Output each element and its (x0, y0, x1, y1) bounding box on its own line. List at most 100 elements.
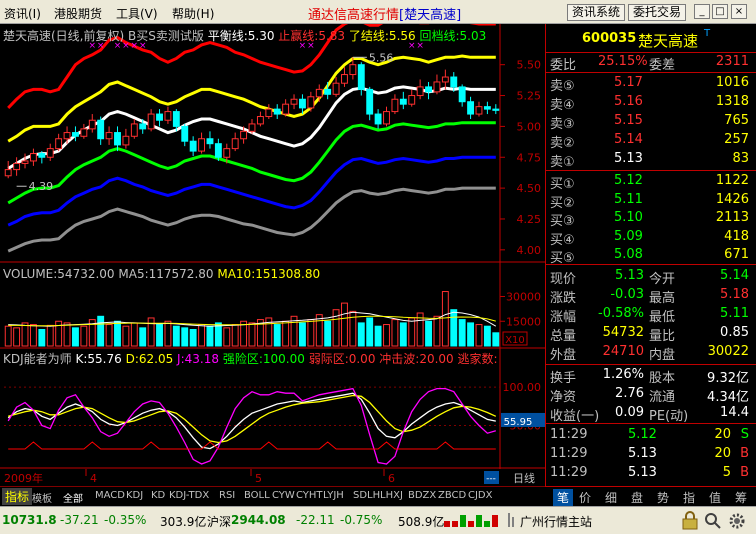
stats-row: 涨跌 -0.03 最高 5.18 (546, 286, 756, 306)
quote-tab-1[interactable]: 价 (579, 489, 591, 506)
volume-bar (366, 317, 374, 347)
candle-body (4, 169, 12, 177)
indicator-bar: 指标 模板 全部 MACD KDJ KD KDJ-TDX RSI BOLL CYW CYHT LYJ… (0, 486, 545, 506)
candle-body (139, 123, 147, 130)
kdj-tick-label: 100.00 (503, 381, 542, 394)
sh-pct: -0.35% (104, 513, 147, 527)
trade-button[interactable]: 委托交易 (628, 4, 687, 21)
chart-canvas[interactable]: 5.505.255.004.754.504.254.005.564.39× × × ×… (0, 24, 545, 486)
candle-body (290, 98, 298, 105)
low-annotation: 4.39 (29, 180, 54, 193)
candle-body (198, 138, 206, 152)
indicator-tab[interactable]: ZBCD (438, 490, 466, 501)
menu-tools[interactable]: 工具(V) (116, 5, 158, 22)
stat-value: 0.09 (615, 405, 644, 420)
stock-code: 600035 (582, 31, 637, 46)
kdj-line-0 (7, 392, 496, 450)
buy-row: 买⑤ 5.08 671 (546, 246, 756, 266)
volume-bar (273, 324, 281, 347)
order-label: 卖② (550, 136, 575, 151)
app-title: 通达信高速行情[楚天高速] (308, 4, 461, 23)
indicator-tab[interactable]: SDLH (353, 490, 380, 501)
candle-body (307, 96, 315, 109)
quote-tab-4[interactable]: 势 (657, 489, 669, 506)
order-volume: 765 (724, 113, 749, 128)
volume-bar (357, 322, 365, 347)
quote-tab-7[interactable]: 筹 (735, 489, 747, 506)
info-system-button[interactable]: 资讯系统 (567, 4, 626, 21)
indicator-tab[interactable]: 全部 (63, 490, 83, 505)
candle-body (441, 76, 449, 83)
candle-body (21, 160, 29, 164)
sz-index: 2944.08 (231, 513, 286, 527)
candle-body (366, 88, 374, 115)
quote-tabs: 笔价细盘势指值筹 (545, 486, 756, 506)
volume-bar (332, 309, 340, 347)
chart-mode: B买S卖测试版 (128, 29, 204, 43)
quote-tab-3[interactable]: 盘 (631, 489, 643, 506)
stat-label: 今开 (649, 272, 676, 287)
buy-row: 买② 5.11 1426 (546, 191, 756, 211)
buy-row: 买③ 5.10 2113 (546, 209, 756, 229)
volume-bar (147, 317, 155, 347)
order-volume: 418 (724, 228, 749, 244)
quote-tab-5[interactable]: 指 (683, 489, 695, 506)
tick-price: 5.13 (628, 446, 657, 461)
quote-tab-6[interactable]: 值 (709, 489, 721, 506)
stats-row: 收益(一) 0.09 PE(动) 14.4 (546, 404, 756, 424)
kdj-impact: 冲击波:20.00 (379, 352, 454, 366)
indicator-tab[interactable]: LHXJ (380, 490, 403, 501)
candle-body (130, 123, 138, 137)
candle-body (156, 113, 163, 121)
indicator-tab[interactable]: KDJ-TDX (169, 490, 209, 501)
price-tick-label: 5.50 (517, 59, 542, 72)
indicator-tab[interactable]: BOLL (244, 490, 270, 501)
order-label: 卖① (550, 155, 575, 170)
volume-bar (391, 319, 399, 347)
indicator-tab[interactable]: RSI (219, 490, 235, 501)
maximize-icon[interactable]: □ (712, 4, 728, 19)
sh-index: 10731.8 (2, 513, 57, 527)
candle-body (13, 162, 21, 171)
indicator-tab[interactable]: CYHT (296, 490, 323, 501)
order-volume: 2113 (715, 210, 749, 225)
stat-value: 5.18 (720, 287, 749, 302)
candle-body (416, 86, 424, 97)
indicator-tab[interactable]: KDJ (126, 490, 143, 501)
lock-icon[interactable] (681, 511, 701, 531)
order-price: 5.10 (614, 210, 643, 225)
candle-body (240, 130, 248, 140)
indicator-tab[interactable]: CJDX (468, 490, 492, 501)
indicator-tab[interactable]: MACD (95, 490, 125, 501)
separator (546, 170, 756, 171)
indicator-tab[interactable]: BDZX (408, 490, 436, 501)
chart-area[interactable]: 5.50 5.25 5.00 4.75 4.50 4.25 4.00 5.56 4.39 × × × ×… (0, 24, 545, 486)
menu-hk-futures[interactable]: 港股期货 (54, 5, 102, 22)
indicator-tab[interactable]: CYW (272, 490, 295, 501)
magnifier-icon[interactable] (703, 511, 723, 531)
order-label: 买② (550, 195, 575, 211)
minimize-icon[interactable]: _ (694, 4, 710, 19)
price-tick-label: 4.00 (517, 244, 542, 257)
order-label: 买④ (550, 232, 575, 248)
gear-icon[interactable] (727, 511, 747, 531)
stat-value: 24710 (602, 344, 644, 359)
site-name: 广州行情主站 (520, 515, 593, 529)
indicator-tab[interactable]: KD (151, 490, 165, 501)
quote-panel: 600035 楚天高速 T 委比 25.15% 委差 2311 卖⑤ 5.17 10… (545, 24, 756, 486)
volume-bar (206, 325, 214, 347)
candle-body (450, 76, 458, 88)
menu-help[interactable]: 帮助(H) (172, 5, 214, 22)
menu-info[interactable]: 资讯(I) (4, 5, 41, 22)
indicator-tab[interactable]: LYJH (323, 490, 344, 501)
volume-bar (80, 325, 88, 347)
close-icon[interactable]: × (731, 4, 747, 19)
candle-body (458, 86, 466, 103)
candle-body (324, 88, 332, 95)
price-tick-label: 5.25 (517, 90, 542, 103)
quote-tab-2[interactable]: 细 (605, 489, 617, 506)
indicator-tab-active[interactable]: 指标 (2, 488, 33, 505)
volume-bar (433, 315, 441, 347)
quote-tab-0[interactable]: 笔 (553, 489, 574, 506)
indicator-tab[interactable]: 模板 (32, 490, 52, 505)
